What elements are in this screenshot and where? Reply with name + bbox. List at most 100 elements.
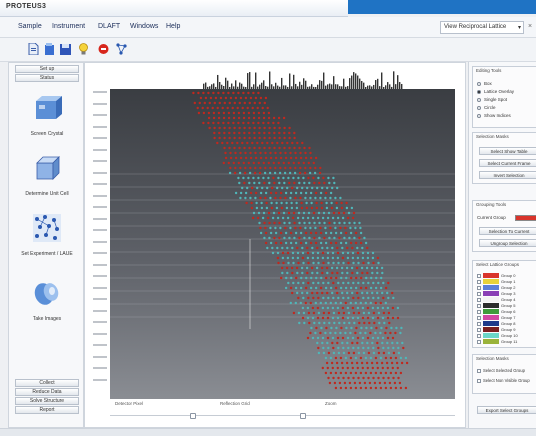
workflow-take-images[interactable]: Take Images	[15, 278, 79, 322]
radio-circle	[477, 105, 481, 110]
radio-lattice-overlay[interactable]: Lattice Overlay	[477, 89, 514, 94]
menu-windows[interactable]: Windows	[130, 23, 158, 30]
lattice-spot	[331, 291, 334, 295]
select-selected-group-check[interactable]: Select Selected Group	[477, 368, 525, 373]
report-button[interactable]: Report	[15, 406, 79, 414]
radio-show-indices[interactable]: Show Indices	[477, 113, 511, 118]
lattice-spot	[314, 301, 317, 305]
network-icon[interactable]	[116, 43, 127, 55]
lattice-spot	[377, 261, 380, 265]
group-color-swatch	[483, 333, 499, 339]
selection-to-current-button[interactable]: Selection To Current	[479, 227, 536, 235]
select-show-table-button[interactable]: Select Show Table	[479, 147, 536, 155]
radio-circle-tool[interactable]: Circle	[477, 105, 496, 110]
radio-single-spot[interactable]: Single Spot	[477, 97, 507, 102]
lattice-spot	[302, 176, 305, 180]
save-icon[interactable]	[60, 43, 71, 55]
group-title: Grouping Tools	[476, 202, 507, 207]
histogram-bar	[375, 80, 377, 89]
lattice-spot	[289, 286, 293, 290]
current-group-swatch[interactable]	[515, 215, 536, 221]
lattice-spot	[253, 181, 256, 185]
group-color-swatch	[483, 291, 499, 297]
lattice-spot	[319, 191, 323, 195]
lattice-spot	[223, 101, 226, 105]
workflow-determine-unit-cell[interactable]: Determine Unit Cell	[15, 153, 79, 197]
slider-knob[interactable]	[300, 413, 306, 419]
lattice-spot	[317, 261, 320, 265]
lattice-spot	[317, 296, 320, 300]
lattice-spot	[331, 186, 334, 190]
view-slider-track[interactable]	[110, 413, 455, 421]
lattice-spot	[287, 211, 291, 215]
ungroup-selection-button[interactable]: Ungroup Selection	[479, 239, 536, 247]
lattice-spot	[340, 206, 344, 210]
select-non-visible-group-check[interactable]: Select Non Visible Group	[477, 378, 530, 383]
lattice-spot	[395, 326, 398, 330]
solve-structure-button[interactable]: Solve Structure	[15, 397, 79, 405]
lattice-spot	[303, 221, 306, 225]
lattice-spot	[359, 286, 363, 290]
menu-instrument[interactable]: Instrument	[52, 23, 85, 30]
lattice-spot	[323, 221, 326, 225]
radio-box[interactable]: Box	[477, 81, 492, 86]
lattice-spot	[284, 226, 287, 230]
collect-button[interactable]: Collect	[15, 379, 79, 387]
lattice-spot	[314, 191, 318, 195]
lattice-group-row[interactable]: Group 11	[477, 339, 536, 345]
menu-dlaft[interactable]: DLAFT	[98, 23, 120, 30]
lattice-spot	[243, 131, 246, 135]
lattice-spot	[278, 146, 281, 150]
menu-help[interactable]: Help	[166, 23, 180, 30]
setup-button[interactable]: Set up	[15, 65, 79, 73]
axis-tick	[93, 378, 107, 381]
invert-selection-button[interactable]: Invert Selection	[479, 171, 536, 179]
lattice-spot	[321, 341, 324, 345]
lattice-spot	[287, 281, 290, 285]
lattice-spot	[222, 91, 225, 95]
lattice-spot	[274, 241, 278, 245]
stop-icon[interactable]	[98, 43, 109, 55]
menu-sample[interactable]: Sample	[18, 23, 42, 30]
lattice-spot	[208, 101, 211, 105]
histogram-bar	[289, 73, 291, 89]
lattice-spot	[392, 351, 396, 355]
status-button[interactable]: Status	[15, 74, 79, 82]
lattice-spot	[274, 156, 278, 160]
lattice-spot	[331, 216, 335, 220]
lattice-spot	[263, 101, 266, 105]
lattice-spot	[341, 256, 345, 260]
lattice-spot	[314, 286, 318, 290]
group-color-swatch	[483, 309, 499, 315]
lattice-spot	[357, 281, 360, 285]
lattice-spot	[269, 241, 273, 245]
lattice-spot	[244, 151, 247, 155]
export-select-groups-button[interactable]: Export Select Groups	[477, 406, 536, 414]
lattice-spot	[284, 241, 288, 245]
axis-tick	[93, 240, 107, 243]
group-name: Group 10	[501, 333, 518, 338]
reduce-data-button[interactable]: Reduce Data	[15, 388, 79, 396]
lattice-spot	[296, 141, 299, 145]
close-icon[interactable]: ×	[528, 23, 532, 30]
open-file-icon[interactable]	[44, 43, 55, 55]
view-mode-select[interactable]: View Reciprocal Lattice ▾	[440, 21, 524, 34]
slider-knob[interactable]	[190, 413, 196, 419]
lightbulb-icon[interactable]	[78, 43, 89, 55]
lattice-spot	[268, 236, 271, 240]
lattice-spot	[247, 121, 250, 125]
workflow-screen-crystal[interactable]: Screen Crystal	[15, 93, 79, 137]
new-file-icon[interactable]	[28, 43, 39, 55]
workflow-set-experiment[interactable]: Set Experiment / LAUE	[15, 213, 79, 257]
lattice-spot	[328, 181, 331, 185]
lattice-spot	[284, 166, 287, 170]
checkbox	[477, 291, 481, 296]
lattice-spot	[315, 326, 318, 330]
lattice-spot	[315, 266, 319, 270]
lattice-spot	[346, 341, 349, 345]
lattice-spot	[273, 136, 276, 140]
lattice-spot	[388, 381, 392, 385]
lattice-plot[interactable]	[110, 89, 455, 399]
select-current-frame-button[interactable]: Select Current Frame	[479, 159, 536, 167]
lattice-spot	[379, 386, 383, 390]
